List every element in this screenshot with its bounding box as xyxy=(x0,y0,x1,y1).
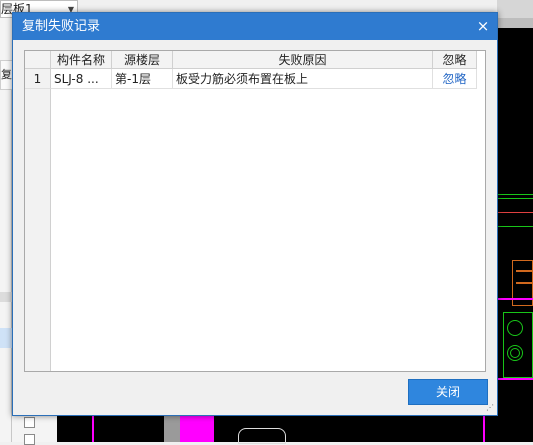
column-header-ignore[interactable]: 忽略 xyxy=(433,51,477,69)
column-header-component-name[interactable]: 构件名称 xyxy=(51,51,112,69)
canvas-toolbar-shadow xyxy=(497,18,533,28)
ignore-link[interactable]: 忽略 xyxy=(433,69,477,89)
row-checkbox[interactable] xyxy=(24,434,35,445)
cad-rebar-line xyxy=(516,282,533,284)
copy-failure-dialog: 复制失败记录 × 构件名称 源楼层 失败原因 忽略 1 SLJ-8 ... 第-… xyxy=(12,12,498,416)
dialog-titlebar[interactable]: 复制失败记录 × xyxy=(13,13,497,40)
dialog-title: 复制失败记录 xyxy=(22,19,101,34)
close-button[interactable]: 关闭 xyxy=(408,379,488,405)
cell-source-floor[interactable]: 第-1层 xyxy=(112,69,173,89)
cad-beam-line xyxy=(483,416,485,442)
cad-rebar-line xyxy=(516,270,533,272)
row-number: 1 xyxy=(25,69,51,89)
selected-row-marker xyxy=(0,328,12,348)
close-icon[interactable]: × xyxy=(475,13,491,40)
cad-beam-line xyxy=(497,378,533,380)
table-corner xyxy=(25,51,51,69)
cad-beam-line xyxy=(497,298,533,300)
cad-circle xyxy=(507,320,523,336)
cad-line xyxy=(497,226,533,227)
cad-wall xyxy=(164,416,180,442)
resize-grip-icon[interactable]: ⋰ xyxy=(486,404,494,412)
failure-table: 构件名称 源楼层 失败原因 忽略 1 SLJ-8 ... 第-1层 板受力筋必须… xyxy=(24,50,486,372)
cad-circle xyxy=(510,348,520,358)
cad-column xyxy=(180,416,214,442)
cad-line xyxy=(497,198,533,199)
cell-component-name[interactable]: SLJ-8 ... xyxy=(51,69,112,89)
canvas-toolbar xyxy=(497,0,533,18)
cad-line xyxy=(497,212,533,213)
row-checkbox[interactable] xyxy=(24,417,35,428)
column-header-failure-reason[interactable]: 失败原因 xyxy=(173,51,433,69)
cad-line xyxy=(497,194,533,195)
row-header-gutter xyxy=(25,51,51,371)
column-header-source-floor[interactable]: 源楼层 xyxy=(112,51,173,69)
cad-beam-line xyxy=(92,416,94,442)
cell-failure-reason[interactable]: 板受力筋必须布置在板上 xyxy=(173,69,433,89)
